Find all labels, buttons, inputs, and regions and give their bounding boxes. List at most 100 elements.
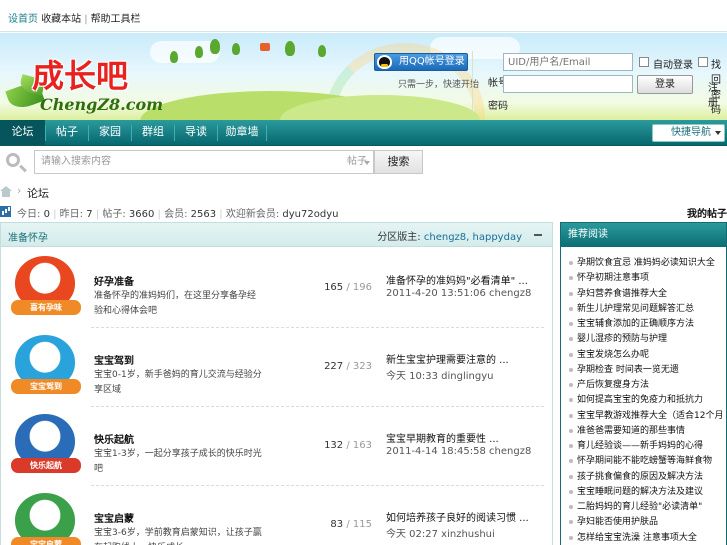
nav-guide[interactable]: 导读 <box>176 120 216 145</box>
register-link[interactable]: 注册 <box>708 79 727 109</box>
thread-count: 132 <box>324 440 344 451</box>
search-bar: 请输入搜索内容 帖子 搜索 <box>0 147 727 178</box>
forum-name[interactable]: 好孕准备 <box>94 273 134 288</box>
badge-ribbon: 宝宝启蒙 <box>11 537 81 545</box>
sidebar-link[interactable]: 如何提高宝宝的免疫力和抵抗力 <box>561 392 723 407</box>
sidebar-link[interactable]: 育儿经验谈——新手妈妈的心得 <box>561 438 723 453</box>
tree-decoration <box>170 51 178 63</box>
sidebar-link[interactable]: 婴儿湿疹的预防与护理 <box>561 331 723 346</box>
stats-chart-icon <box>0 206 11 217</box>
divider: | <box>84 14 88 25</box>
bookmark-link[interactable]: 收藏本站 <box>41 14 81 25</box>
account-input[interactable] <box>503 53 633 71</box>
nav-groups[interactable]: 群组 <box>133 120 173 145</box>
category-title[interactable]: 准备怀孕 <box>8 229 48 244</box>
quick-nav-dropdown[interactable]: 快捷导航 <box>652 124 725 142</box>
sidebar-link[interactable]: 二胎妈妈的育儿经验"必读清单" <box>561 499 723 514</box>
nav-divider <box>131 125 132 141</box>
sidebar-link[interactable]: 怀孕期间能不能吃螃蟹等海鲜食物 <box>561 453 723 468</box>
stat-posts: 3660 <box>128 209 155 220</box>
sidebar-title: 推荐阅读 <box>561 223 726 247</box>
help-toolbar-link[interactable]: 帮助工具栏 <box>91 14 141 25</box>
forum-name[interactable]: 宝宝驾到 <box>94 352 134 367</box>
search-input[interactable]: 请输入搜索内容 <box>34 150 346 174</box>
forum-name[interactable]: 宝宝启蒙 <box>94 510 134 525</box>
forum-row: 喜有孕味 好孕准备 准备怀孕的准妈妈们，在这里分享备孕经验和心得体会吧 165 / 1… <box>1 248 552 328</box>
last-post-meta: 今天 02:27 xinzhushui <box>386 529 495 540</box>
stat-newest-label: 欢迎新会员 <box>225 209 276 220</box>
search-icon <box>6 153 20 167</box>
sidebar-link[interactable]: 宝宝辅食添加的正确顺序方法 <box>561 316 723 331</box>
last-post-meta: 今天 10:33 dinglingyu <box>386 371 494 382</box>
stat-yesterday-label: 昨日 <box>59 209 80 220</box>
category-moderators: 分区版主: chengz8, happyday <box>377 228 522 243</box>
qq-login-hint: 只需一步，快速开始 <box>398 80 480 90</box>
last-post-title[interactable]: 准备怀孕的准妈妈"必看清单" ... <box>386 272 528 287</box>
nav-divider <box>266 125 267 141</box>
nav-medals[interactable]: 勋章墙 <box>219 120 265 145</box>
forum-name[interactable]: 快乐起航 <box>94 431 134 446</box>
main-nav: 论坛 帖子 家园 群组 导读 勋章墙 快捷导航 <box>0 120 727 146</box>
sidebar-list: 孕期饮食宜忌 准妈妈必读知识大全 怀孕初期注意事项 孕妇营养食谱推荐大全 新生儿护理常… <box>561 255 723 545</box>
last-post-title[interactable]: 如何培养孩子良好的阅读习惯 ... <box>386 509 529 524</box>
badge-ribbon: 宝宝驾到 <box>11 379 81 394</box>
last-post-title[interactable]: 新生宝宝护理需要注意的 ... <box>386 351 509 366</box>
moderator-links[interactable]: chengz8, happyday <box>424 232 522 243</box>
sidebar-link[interactable]: 宝宝早教游戏推荐大全（适合12个月 <box>561 408 723 423</box>
stats-line: 今日: 0 | 昨日: 7 | 帖子: 3660 | 会员: 2563 | 欢迎… <box>17 209 339 220</box>
sidebar-link[interactable]: 孕期饮食宜忌 准妈妈必读知识大全 <box>561 255 723 270</box>
nav-divider <box>217 125 218 141</box>
password-label: 密码 <box>488 101 508 112</box>
sidebar-link[interactable]: 孕妇能否使用护肤品 <box>561 514 723 529</box>
nav-forum[interactable]: 论坛 <box>0 120 45 145</box>
nav-home[interactable]: 家园 <box>90 120 130 145</box>
search-button[interactable]: 搜索 <box>374 150 423 174</box>
site-logo[interactable]: 成长吧 ChengZ8.com <box>5 47 163 117</box>
qq-login-button[interactable]: 用QQ帐号登录 <box>374 53 468 71</box>
home-icon[interactable] <box>0 186 12 197</box>
sidebar-link[interactable]: 产后恢复瘦身方法 <box>561 377 723 392</box>
collapse-icon[interactable] <box>534 234 542 236</box>
sidebar-link[interactable]: 孩子挑食偏食的原因及解决方法 <box>561 469 723 484</box>
forum-badge-icon[interactable]: 快乐起航 <box>9 414 83 480</box>
nav-divider <box>45 125 46 141</box>
forgot-checkbox[interactable] <box>698 57 708 67</box>
sidebar-link[interactable]: 孕妇营养食谱推荐大全 <box>561 286 723 301</box>
forum-description: 宝宝3-6岁，学前教育启蒙知识，让孩子赢在起跑线上，快乐成长 <box>94 528 262 545</box>
login-form: 帐号 自动登录 找回密码 密码 登录 注册 <box>472 51 727 116</box>
badge-ribbon: 快乐起航 <box>11 458 81 473</box>
sidebar-link[interactable]: 宝宝睡眠问题的解决方法及建议 <box>561 484 723 499</box>
moderators-label: 分区版主: <box>377 232 421 243</box>
last-post-title[interactable]: 宝宝早期教育的重要性 ... <box>386 430 499 445</box>
forum-badge-icon[interactable]: 宝宝驾到 <box>9 335 83 401</box>
tree-decoration <box>210 39 220 54</box>
set-homepage-link[interactable]: 设首页 <box>8 14 38 25</box>
sidebar-link[interactable]: 怀孕初期注意事项 <box>561 270 723 285</box>
password-input[interactable] <box>503 75 633 93</box>
forum-badge-icon[interactable]: 喜有孕味 <box>9 256 83 322</box>
login-button[interactable]: 登录 <box>637 75 693 94</box>
tree-decoration <box>318 45 326 57</box>
forum-badge-icon[interactable]: 宝宝启蒙 <box>9 493 83 545</box>
search-type-select[interactable]: 帖子 <box>345 150 374 174</box>
category-header: 准备怀孕 分区版主: chengz8, happyday <box>1 223 552 247</box>
stat-members-label: 会员 <box>164 209 185 220</box>
sidebar-link[interactable]: 怎样给宝宝洗澡 注意事项大全 <box>561 530 723 545</box>
sidebar-link[interactable]: 准爸爸需要知道的那些事情 <box>561 423 723 438</box>
sidebar-link[interactable]: 新生儿护理常见问题解答汇总 <box>561 301 723 316</box>
last-post-meta: 2011-4-14 18:45:58 chengz8 <box>386 446 532 457</box>
my-posts-link[interactable]: 我的帖子 <box>687 205 727 220</box>
post-count: 196 <box>352 282 372 293</box>
breadcrumb-current: 论坛 <box>27 187 49 200</box>
remember-checkbox[interactable] <box>639 57 649 67</box>
tree-decoration <box>232 43 240 55</box>
nav-posts[interactable]: 帖子 <box>47 120 87 145</box>
forum-category: 准备怀孕 分区版主: chengz8, happyday 喜有孕味 好孕准备 准备怀… <box>0 222 553 545</box>
newest-member-link[interactable]: dyu72odyu <box>282 209 338 220</box>
sidebar-link[interactable]: 孕期检查 时间表一览无遗 <box>561 362 723 377</box>
stat-posts-label: 帖子 <box>102 209 123 220</box>
sidebar-link[interactable]: 宝宝发烧怎么办呢 <box>561 347 723 362</box>
tree-decoration <box>285 41 295 56</box>
forum-counts: 165 / 196 <box>324 282 372 293</box>
qq-icon <box>377 55 392 69</box>
